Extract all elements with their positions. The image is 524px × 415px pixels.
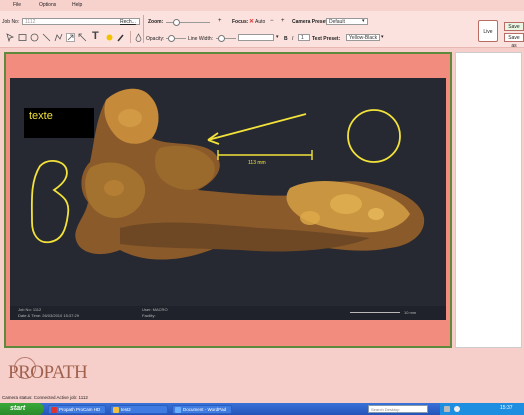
focus-auto-label: Auto — [255, 19, 266, 25]
opacity-droplet-icon — [135, 33, 142, 42]
clock: 15:37 — [500, 405, 513, 411]
line-width-slider-knob[interactable] — [218, 35, 225, 42]
pencil-icon[interactable] — [116, 33, 125, 42]
focus-label: Focus: — [232, 19, 249, 25]
arrow-tool-icon[interactable] — [66, 33, 75, 42]
zoom-plus-icon[interactable]: + — [218, 18, 222, 24]
focus-plus-icon[interactable]: + — [281, 18, 285, 24]
opacity-label: Opacity: — [146, 36, 165, 42]
desktop-search-input[interactable]: Search Desktop — [368, 405, 428, 413]
font-family-select[interactable] — [238, 34, 274, 41]
image-caption-bar: Job No: 1112 Date & Time: 26/03/2010 15:… — [10, 306, 446, 320]
taskbar-item-label: Propath ProCam HD — [59, 407, 101, 412]
menu-help[interactable]: Help — [72, 2, 82, 8]
line-tool-icon[interactable] — [42, 33, 51, 42]
job-search-link[interactable]: Rech... — [120, 19, 136, 25]
opacity-slider-knob[interactable] — [168, 35, 175, 42]
zoom-slider-knob[interactable] — [173, 19, 180, 26]
text-preset-select[interactable]: Yellow-Black — [346, 34, 380, 41]
text-preset-label: Text Preset: — [312, 36, 341, 42]
system-tray: 15:37 — [440, 403, 524, 415]
menu-bar: File Options Help — [0, 0, 524, 11]
network-icon[interactable] — [444, 406, 450, 412]
taskbar-item-test2[interactable]: test2 — [110, 405, 168, 414]
specimen-photo — [10, 78, 446, 306]
text-preset-chevron-icon[interactable]: ▾ — [381, 34, 384, 40]
caption-scale-bar — [350, 312, 400, 313]
scale-bar-label: 113 mm — [248, 160, 266, 166]
start-button[interactable]: start — [0, 403, 44, 415]
caption-job: Job No: 1112 — [18, 307, 42, 312]
taskbar-item-label: Document - WordPad — [183, 407, 227, 412]
menu-file[interactable]: File — [13, 2, 21, 8]
font-size-input[interactable]: 1 — [298, 34, 310, 41]
status-bar: Camera status: Connected Active job: 111… — [2, 395, 88, 400]
thumbnail-panel[interactable] — [455, 52, 522, 348]
toolbar: Job No: 1112 Rech... Zoom: + Focus: ✕ Au… — [0, 11, 524, 49]
camera-preset-label: Camera Preset: — [292, 19, 329, 25]
live-button[interactable]: Live — [478, 20, 498, 42]
caption-user: User: MACRO — [142, 307, 168, 312]
measure-tool-icon[interactable] — [78, 33, 87, 42]
taskbar-item-wordpad[interactable]: Document - WordPad — [172, 405, 232, 414]
bold-toggle[interactable]: B — [284, 36, 288, 42]
polyline-tool-icon[interactable] — [54, 33, 63, 42]
pointer-icon[interactable] — [6, 33, 15, 42]
caption-scale-label: 10 mm — [404, 310, 417, 315]
zoom-label: Zoom: — [148, 19, 164, 25]
tool-divider — [130, 31, 131, 43]
focus-auto-check-icon[interactable]: ✕ — [249, 18, 254, 25]
taskbar-item-propath[interactable]: Propath ProCam HD — [48, 405, 106, 414]
font-chevron-down-icon[interactable]: ▾ — [276, 34, 279, 40]
color-dot-icon[interactable] — [105, 33, 114, 42]
chevron-down-icon[interactable]: ▾ — [362, 18, 365, 24]
taskbar-item-label: test2 — [121, 407, 131, 412]
annotation-text[interactable]: texte — [29, 110, 53, 122]
save-button[interactable]: Save — [504, 22, 524, 31]
specimen-image[interactable]: texte 113 mm — [10, 78, 446, 320]
folder-icon — [113, 407, 119, 413]
menu-options[interactable]: Options — [39, 2, 56, 8]
job-label: Job No: — [2, 19, 20, 25]
volume-icon[interactable] — [454, 406, 460, 412]
line-width-label: Line Width: — [188, 36, 214, 42]
propath-logo: PROPATH — [8, 362, 88, 383]
toolbar-divider — [143, 15, 144, 43]
save-as-button[interactable]: Save as — [504, 33, 524, 49]
propath-app-icon — [51, 407, 57, 413]
italic-toggle[interactable]: I — [292, 36, 293, 42]
focus-minus-icon[interactable]: − — [270, 18, 274, 24]
caption-datetime: Date & Time: 26/03/2010 15:37:29 — [18, 313, 79, 318]
wordpad-icon — [175, 407, 181, 413]
rectangle-tool-icon[interactable] — [18, 33, 27, 42]
ellipse-tool-icon[interactable] — [30, 33, 39, 42]
caption-facility: Facility: — [142, 313, 156, 318]
text-tool-icon[interactable]: T — [92, 30, 99, 42]
